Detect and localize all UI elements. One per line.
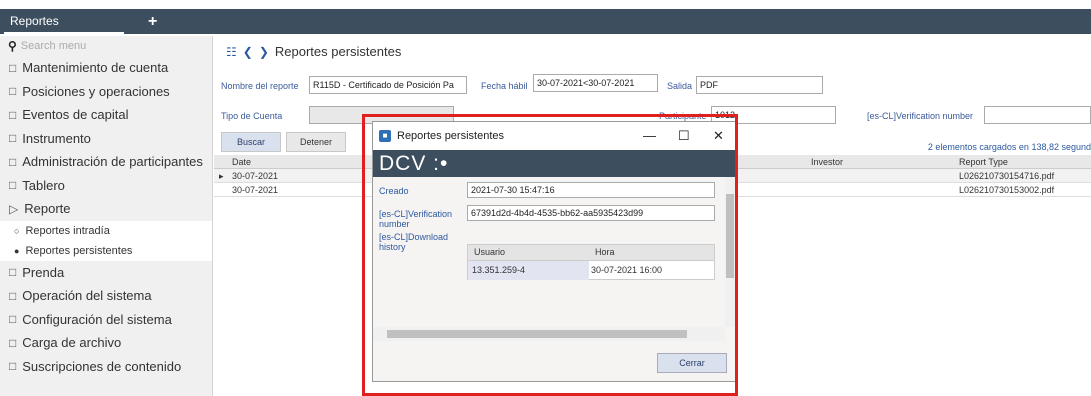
fecha-value: 30-07-2021<30-07-2021 <box>537 78 635 88</box>
search-menu[interactable]: ⚲ Search menu <box>0 36 212 56</box>
sidebar-item-label: Carga de archivo <box>22 335 122 351</box>
sidebar-item-label: Operación del sistema <box>22 288 152 304</box>
fecha-field[interactable]: 30-07-2021<30-07-2021 <box>533 74 658 92</box>
highlight-box <box>362 114 738 396</box>
sidebar-item-label: Prenda <box>22 264 65 280</box>
back-arrow-icon[interactable]: ❮ <box>243 45 253 59</box>
forward-arrow-icon[interactable]: ❯ <box>259 45 269 59</box>
sidebar-item-label: Eventos de capital <box>22 107 129 123</box>
sidebar-subitem-intradia[interactable]: ○ Reportes intradía <box>0 220 212 241</box>
sidebar-item-administracion[interactable]: □ Administración de participantes <box>0 150 212 174</box>
buscar-button[interactable]: Buscar <box>221 132 281 152</box>
tab-reportes-persistentes[interactable]: Reportes persistentes <box>4 11 124 49</box>
folder-icon: □ <box>9 84 17 99</box>
breadcrumb: ☷ ❮ ❯ Reportes persistentes <box>226 44 401 59</box>
folder-open-icon: ▷ <box>9 201 19 216</box>
sidebar-item-label: Reporte <box>24 201 71 217</box>
salida-select[interactable]: PDF <box>696 76 823 94</box>
detener-button[interactable]: Detener <box>286 132 346 152</box>
col-date[interactable]: Date <box>232 157 251 167</box>
row-date: 30-07-2021 <box>232 171 279 181</box>
salida-value: PDF <box>700 80 718 90</box>
col-investor[interactable]: Investor <box>811 157 843 167</box>
search-icon: ⚲ <box>8 39 17 53</box>
sidebar-item-instrumento[interactable]: □ Instrumento <box>0 127 212 151</box>
sitemap-icon[interactable]: ☷ <box>226 45 237 59</box>
folder-icon: □ <box>9 265 17 280</box>
folder-icon: □ <box>9 178 17 193</box>
sidebar-item-label: Mantenimiento de cuenta <box>22 60 169 76</box>
row-report: L026210730154716.pdf <box>959 171 1055 181</box>
sidebar-item-label: Tablero <box>22 177 65 193</box>
folder-icon: □ <box>9 335 17 350</box>
folder-icon: □ <box>9 312 17 327</box>
sidebar-subitem-label: Reportes intradía <box>25 224 110 237</box>
nombre-select[interactable]: R115D - Certificado de Posición Pa <box>309 76 467 94</box>
sidebar-item-label: Instrumento <box>22 130 91 146</box>
sidebar-item-suscripciones[interactable]: □ Suscripciones de contenido <box>0 355 212 379</box>
folder-icon: □ <box>9 60 17 75</box>
sidebar-item-prenda[interactable]: □ Prenda <box>0 261 212 285</box>
sidebar-item-tablero[interactable]: □ Tablero <box>0 174 212 198</box>
page-title: Reportes persistentes <box>274 44 402 59</box>
sidebar-subitem-label: Reportes persistentes <box>25 244 133 257</box>
search-input[interactable]: Search menu <box>21 40 86 52</box>
top-tab-bar: Reportes persistentes + <box>0 0 1091 49</box>
verification-label: [es-CL]Verification number <box>867 111 974 121</box>
load-status: 2 elementos cargados en 138,82 segund <box>927 142 1091 152</box>
row-date: 30-07-2021 <box>232 185 279 195</box>
tab-strip <box>0 9 1091 34</box>
sidebar-item-label: Configuración del sistema <box>22 311 172 327</box>
folder-icon: □ <box>9 107 17 122</box>
tipo-cuenta-label: Tipo de Cuenta <box>221 111 283 121</box>
bullet-filled-icon: ● <box>14 245 20 256</box>
sidebar-item-posiciones[interactable]: □ Posiciones y operaciones <box>0 80 212 104</box>
row-selector-icon: ▸ <box>219 171 224 181</box>
sidebar-subitem-persistentes[interactable]: ● Reportes persistentes <box>0 240 212 261</box>
sidebar-item-label: Posiciones y operaciones <box>22 83 170 99</box>
sidebar-item-eventos[interactable]: □ Eventos de capital <box>0 103 212 127</box>
row-report: L026210730153002.pdf <box>959 185 1055 195</box>
sidebar-item-configuracion[interactable]: □ Configuración del sistema <box>0 308 212 332</box>
fecha-label: Fecha hábil <box>481 81 528 91</box>
folder-icon: □ <box>9 131 17 146</box>
folder-icon: □ <box>9 359 17 374</box>
folder-icon: □ <box>9 154 17 169</box>
verification-field[interactable] <box>984 106 1091 124</box>
sidebar-item-reporte[interactable]: ▷ Reporte <box>0 197 212 221</box>
sidebar-item-label: Administración de participantes <box>22 154 203 170</box>
sidebar-item-carga[interactable]: □ Carga de archivo <box>0 331 212 355</box>
col-report-type[interactable]: Report Type <box>959 157 1008 167</box>
folder-icon: □ <box>9 288 17 303</box>
sidebar-item-label: Suscripciones de contenido <box>22 358 182 374</box>
nombre-label: Nombre del reporte <box>221 81 299 91</box>
sidebar-item-mantenimiento[interactable]: □ Mantenimiento de cuenta <box>0 56 212 80</box>
sidebar-item-operacion[interactable]: □ Operación del sistema <box>0 284 212 308</box>
bullet-empty-icon: ○ <box>14 225 20 236</box>
add-tab-button[interactable]: + <box>148 11 157 32</box>
sidebar: ⚲ Search menu □ Mantenimiento de cuenta □… <box>0 36 213 396</box>
nombre-value: R115D - Certificado de Posición Pa <box>313 80 454 90</box>
salida-label: Salida <box>667 81 693 91</box>
